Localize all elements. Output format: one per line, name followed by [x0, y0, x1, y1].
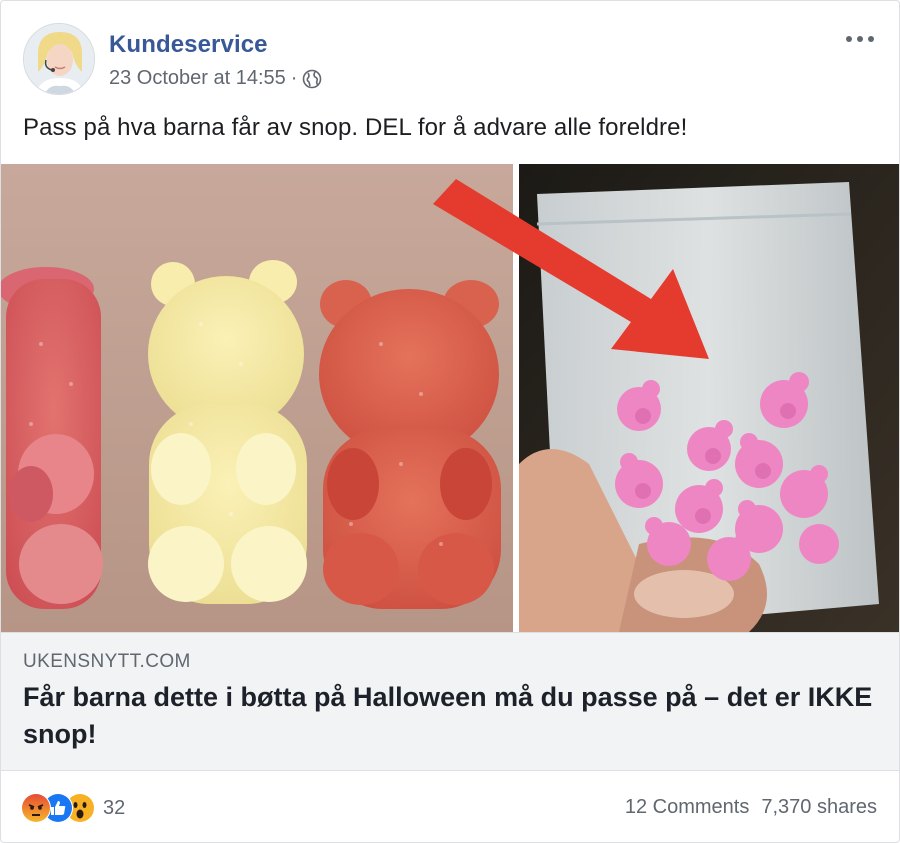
page-avatar[interactable]: [23, 23, 95, 95]
link-domain: UKENSNYTT.COM: [23, 651, 191, 672]
shares-count-link[interactable]: 7,370 shares: [761, 796, 877, 819]
globe-icon[interactable]: [302, 69, 322, 89]
link-preview-card[interactable]: UKENSNYTT.COM Får barna dette i bøtta på…: [1, 632, 899, 771]
post-media[interactable]: [1, 164, 899, 632]
post-meta: 23 October at 14:55 ·: [109, 67, 322, 90]
post-text: Pass på hva barna får av snop. DEL for å…: [23, 114, 688, 141]
more-options-icon[interactable]: [843, 27, 877, 51]
post-footer: 32 12 Comments 7,370 shares: [1, 772, 899, 842]
angry-reaction-icon[interactable]: [21, 793, 51, 823]
reaction-count[interactable]: 32: [103, 797, 125, 820]
post-stats: 12 Comments 7,370 shares: [625, 796, 877, 819]
page-name-link[interactable]: Kundeservice: [109, 31, 268, 59]
link-headline[interactable]: Får barna dette i bøtta på Halloween må …: [23, 679, 883, 753]
post-header: Kundeservice 23 October at 14:55 ·: [23, 23, 877, 97]
post-timestamp[interactable]: 23 October at 14:55: [109, 67, 286, 90]
red-arrow-icon: [433, 179, 709, 359]
meta-separator: ·: [290, 67, 298, 89]
comments-count-link[interactable]: 12 Comments: [625, 796, 750, 819]
facebook-post: Kundeservice 23 October at 14:55 · Pass …: [0, 0, 900, 843]
reactions-summary[interactable]: 32: [21, 792, 125, 824]
